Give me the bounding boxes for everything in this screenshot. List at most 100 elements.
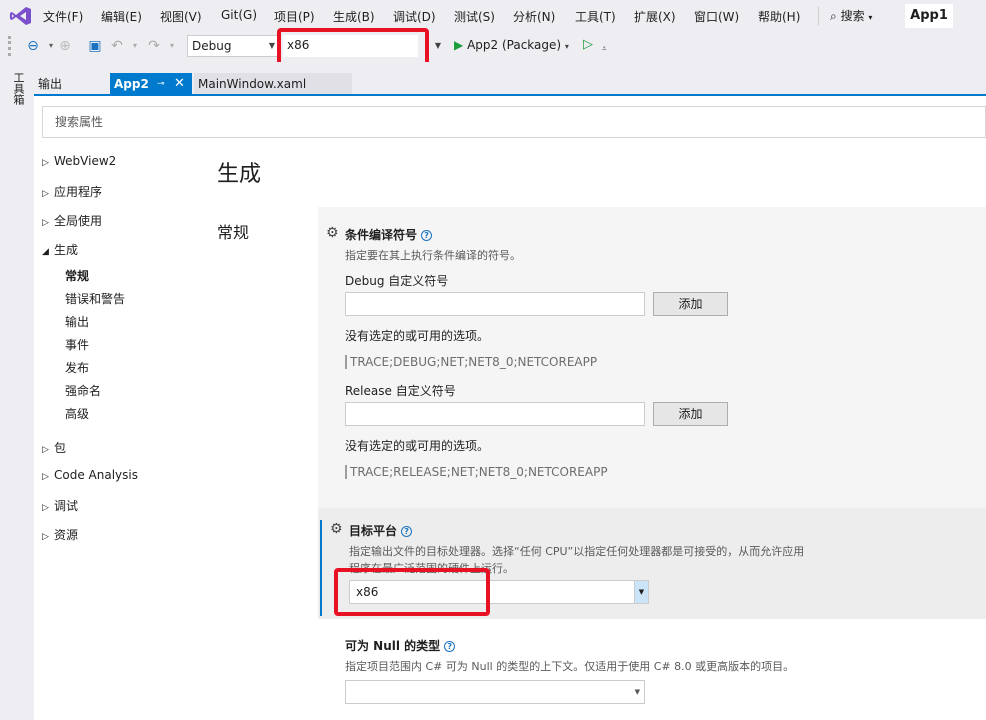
menu-build[interactable]: 生成(B) <box>333 8 375 25</box>
menu-analyze[interactable]: 分析(N) <box>513 8 555 25</box>
target-platform-highlight-box <box>334 568 490 616</box>
search-icon: ⌕ <box>830 9 837 23</box>
conditional-symbols-description: 指定要在其上执行条件编译的符号。 <box>345 249 521 262</box>
help-icon[interactable]: ? <box>444 641 456 652</box>
nav-item-label: 资源 <box>54 528 79 542</box>
nav-subitem-strong-naming[interactable]: 强命名 <box>65 382 101 399</box>
toolbar-grip[interactable] <box>8 36 11 56</box>
section-title: 常规 <box>217 223 250 242</box>
undo-dropdown-icon[interactable]: ▾ <box>126 37 144 55</box>
nav-subitem-publish[interactable]: 发布 <box>65 359 89 376</box>
visual-studio-logo-icon[interactable] <box>10 6 32 26</box>
nav-item-application[interactable]: ▷ 应用程序 <box>42 183 102 200</box>
nav-item-resources[interactable]: ▷ 资源 <box>42 526 78 543</box>
conditional-symbols-heading: 条件编译符号? <box>345 226 433 243</box>
conditional-symbols-title: 条件编译符号 <box>345 228 418 242</box>
close-icon[interactable]: ✕ <box>174 73 185 95</box>
menu-view[interactable]: 视图(V) <box>160 8 202 25</box>
solution-configuration-value: Debug <box>192 39 232 53</box>
menu-git[interactable]: Git(G) <box>221 8 257 22</box>
menu-extensions[interactable]: 扩展(X) <box>634 8 676 25</box>
search-properties-input[interactable]: 搜索属性 <box>42 106 986 138</box>
selected-section-indicator <box>320 520 322 616</box>
chevron-down-icon: ▼ <box>634 688 640 696</box>
nav-subitem-advanced[interactable]: 高级 <box>65 405 89 422</box>
menu-tools[interactable]: 工具(T) <box>575 8 616 25</box>
toolbox-tab[interactable]: 工具箱 <box>10 72 25 105</box>
toolbar-overflow-icon[interactable]: ⩡ <box>602 44 607 54</box>
chevron-expanded-icon: ◢ <box>42 247 49 257</box>
navigate-forward-icon[interactable]: ⊕ <box>56 37 74 55</box>
pin-icon[interactable]: ⊸ <box>157 73 165 95</box>
chevron-down-icon: ▼ <box>634 581 648 603</box>
debug-symbols-label: Debug 自定义符号 <box>345 274 449 288</box>
menu-edit[interactable]: 编辑(E) <box>101 8 142 25</box>
start-without-debugging-icon[interactable]: ▷ <box>583 37 593 52</box>
solution-platform-value: x86 <box>287 38 310 52</box>
tab-label: App2 <box>114 77 149 91</box>
release-symbols-input[interactable] <box>345 402 645 426</box>
target-platform-title: 目标平台 <box>349 524 398 538</box>
search-properties-placeholder: 搜索属性 <box>55 115 104 129</box>
nav-subitem-output[interactable]: 输出 <box>65 313 89 330</box>
menu-project[interactable]: 项目(P) <box>274 8 315 25</box>
nav-item-label: 应用程序 <box>54 185 103 199</box>
chevron-right-icon: ▷ <box>42 218 49 228</box>
release-no-options-text: 没有选定的或可用的选项。 <box>345 439 490 453</box>
tab-output[interactable]: 输出 <box>34 73 107 95</box>
nav-item-package[interactable]: ▷ 包 <box>42 439 66 456</box>
navigate-back-icon[interactable]: ⊖ <box>24 37 42 55</box>
undo-icon[interactable]: ↶ <box>108 37 126 55</box>
target-platform-description-1: 指定输出文件的目标处理器。选择“任何 CPU”以指定任何处理器都是可接受的，从而… <box>349 545 805 558</box>
target-platform-heading: 目标平台? <box>349 522 413 539</box>
tab-app2[interactable]: App2 ⊸ ✕ <box>110 73 192 95</box>
nav-item-label: 全局使用 <box>54 214 103 228</box>
debug-symbols-input[interactable] <box>345 292 645 316</box>
nav-item-webview2[interactable]: ▷ WebView2 <box>42 154 116 168</box>
debug-symbols-list: TRACE;DEBUG;NET;NET8_0;NETCOREAPP <box>345 355 597 369</box>
start-target-label: App2 (Package) <box>467 38 562 52</box>
release-add-button[interactable]: 添加 <box>653 402 728 426</box>
gear-icon[interactable]: ⚙ <box>330 521 343 537</box>
tab-label: MainWindow.xaml <box>198 77 307 91</box>
save-all-icon[interactable]: ▣ <box>86 37 104 55</box>
debug-add-button[interactable]: 添加 <box>653 292 728 316</box>
menu-window[interactable]: 窗口(W) <box>694 8 739 25</box>
release-symbols-label: Release 自定义符号 <box>345 384 456 398</box>
nav-item-debug[interactable]: ▷ 调试 <box>42 497 78 514</box>
menu-file[interactable]: 文件(F) <box>43 8 83 25</box>
nullable-select[interactable]: ▼ <box>345 680 645 704</box>
help-icon[interactable]: ? <box>401 526 413 537</box>
menu-debug[interactable]: 调试(D) <box>393 8 436 25</box>
search-button[interactable]: ⌕ 搜索 ▾ <box>830 7 872 24</box>
tab-mainwindow[interactable]: MainWindow.xaml <box>194 73 352 95</box>
nav-item-global-usings[interactable]: ▷ 全局使用 <box>42 212 102 229</box>
chevron-down-icon: ▾ <box>868 13 873 22</box>
nav-item-label: Code Analysis <box>54 468 138 482</box>
nav-subitem-errors-warnings[interactable]: 错误和警告 <box>65 290 125 307</box>
help-icon[interactable]: ? <box>421 230 433 241</box>
page-title: 生成 <box>217 162 262 187</box>
play-icon: ▶ <box>454 38 464 52</box>
menu-divider <box>818 7 819 25</box>
menu-test[interactable]: 测试(S) <box>454 8 495 25</box>
chevron-right-icon: ▷ <box>42 189 49 199</box>
chevron-right-icon: ▷ <box>42 503 49 513</box>
solution-platform-select[interactable]: x86 <box>283 35 418 57</box>
gear-icon[interactable]: ⚙ <box>326 225 339 241</box>
redo-dropdown-icon[interactable]: ▾ <box>163 37 181 55</box>
redo-icon[interactable]: ↷ <box>145 37 163 55</box>
platform-dropdown-icon[interactable]: ▼ <box>431 36 445 56</box>
nav-subitem-general[interactable]: 常规 <box>65 267 89 284</box>
release-symbols-list: TRACE;RELEASE;NET;NET8_0;NETCOREAPP <box>345 465 608 479</box>
nav-item-build[interactable]: ◢ 生成 <box>42 241 78 258</box>
chevron-right-icon: ▷ <box>42 158 49 168</box>
menu-help[interactable]: 帮助(H) <box>758 8 800 25</box>
debug-no-options-text: 没有选定的或可用的选项。 <box>345 329 490 343</box>
nav-item-code-analysis[interactable]: ▷ Code Analysis <box>42 468 138 482</box>
solution-configuration-select[interactable]: Debug ▼ <box>187 35 279 57</box>
chevron-right-icon: ▷ <box>42 472 49 482</box>
chevron-right-icon: ▷ <box>42 445 49 455</box>
nav-subitem-events[interactable]: 事件 <box>65 336 89 353</box>
start-debugging-button[interactable]: ▶ App2 (Package) ▾ <box>454 38 569 52</box>
